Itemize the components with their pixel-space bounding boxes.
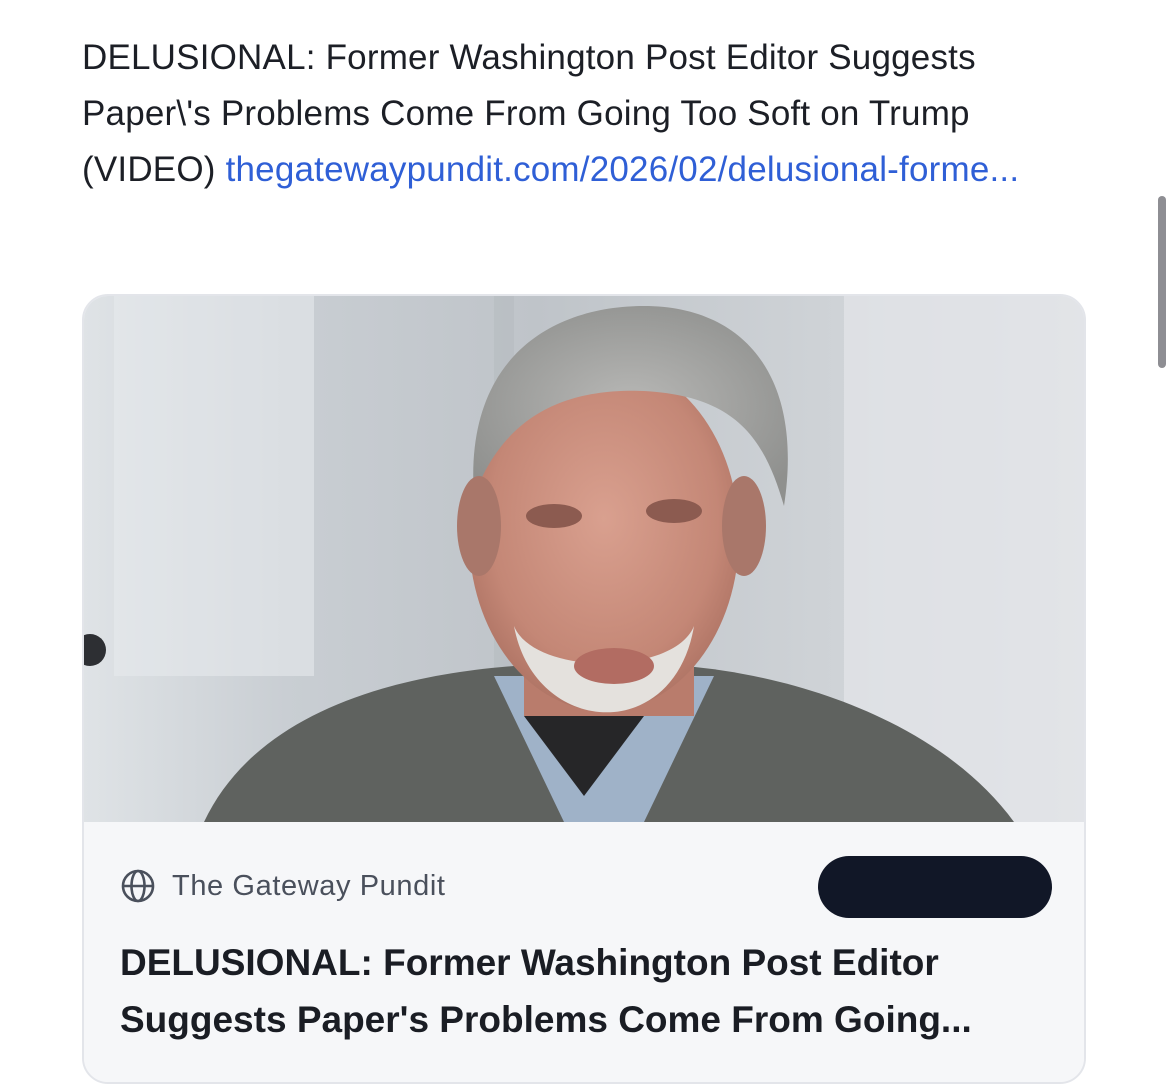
card-title[interactable]: DELUSIONAL: Former Washington Post Edito… (120, 934, 1060, 1048)
globe-icon (121, 869, 155, 903)
preview-image[interactable] (84, 296, 1084, 822)
post-text: DELUSIONAL: Former Washington Post Edito… (82, 30, 1082, 198)
link-preview-card[interactable]: The Gateway Pundit DELUSIONAL: Former Wa… (82, 294, 1086, 1084)
post-link[interactable]: thegatewaypundit.com/2026/02/delusional-… (226, 150, 1020, 189)
source-row: The Gateway Pundit (120, 866, 446, 906)
follow-button[interactable] (818, 856, 1052, 918)
person-photo (84, 296, 1084, 822)
scrollbar[interactable] (1158, 196, 1166, 368)
source-name: The Gateway Pundit (172, 869, 446, 902)
card-footer: The Gateway Pundit DELUSIONAL: Former Wa… (84, 822, 1084, 1082)
